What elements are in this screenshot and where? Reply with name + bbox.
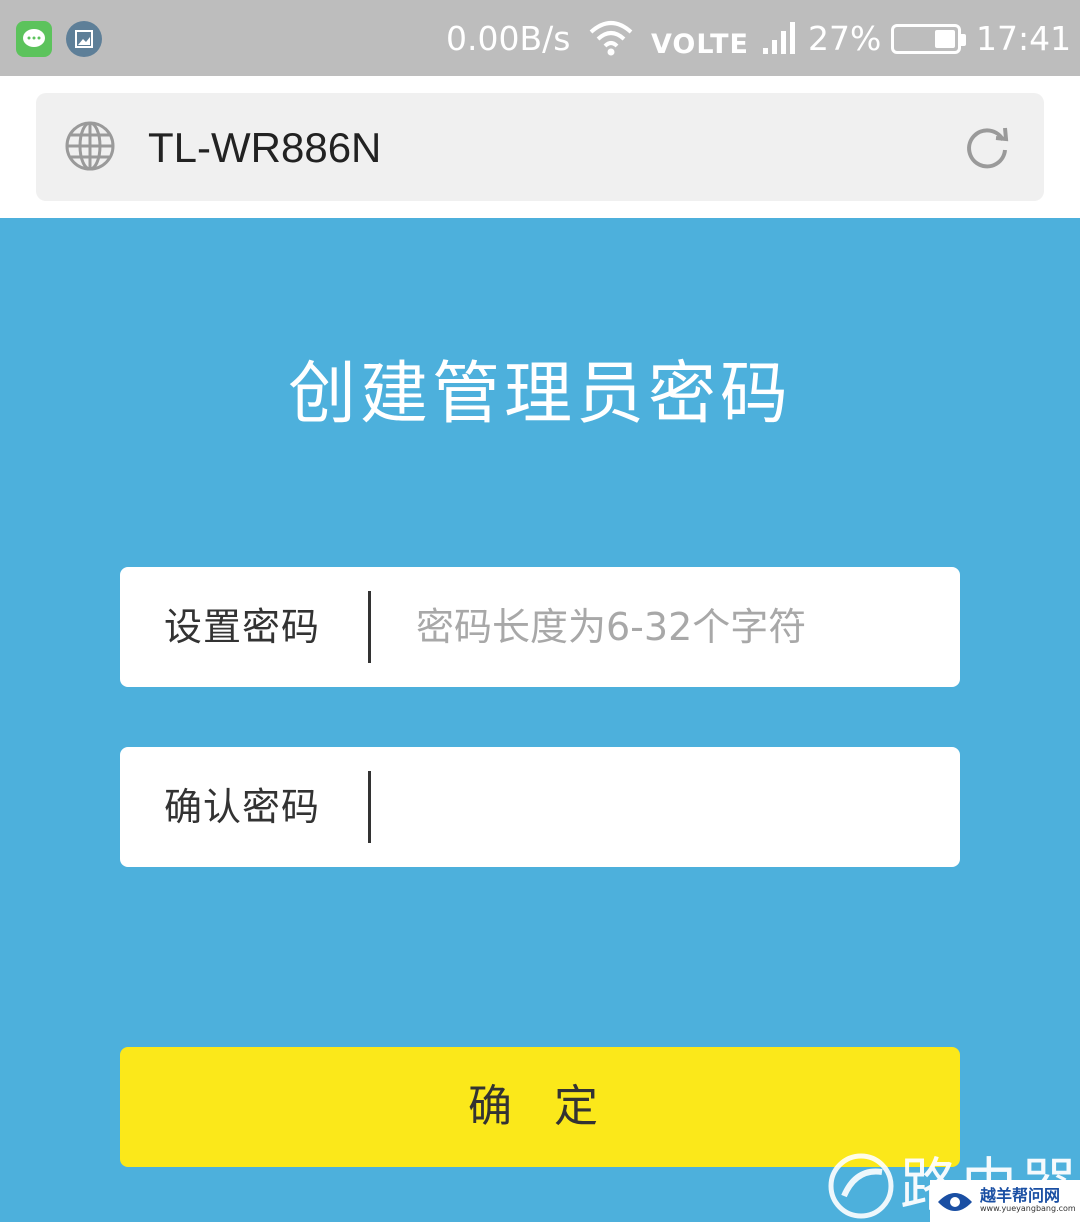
page-title: 创建管理员密码 xyxy=(287,355,792,434)
watermark-badge-icon xyxy=(938,1193,972,1211)
signal-icon xyxy=(763,22,795,54)
watermark-badge-url: www.yueyangbang.com xyxy=(980,1204,1076,1213)
url-text: TL-WR886N xyxy=(148,124,382,171)
status-bar: 0.00B/s VOLTE 27% 17:41 xyxy=(0,0,1080,76)
set-password-label: 设置密码 xyxy=(164,605,321,649)
wifi-icon xyxy=(589,21,633,56)
set-password-field: 设置密码 xyxy=(120,567,960,687)
reload-icon[interactable] xyxy=(962,122,1012,172)
network-speed: 0.00B/s xyxy=(446,19,571,58)
browser-toolbar: TL-WR886N xyxy=(0,76,1080,218)
message-app-icon xyxy=(16,21,52,57)
field-divider xyxy=(368,591,371,663)
confirm-password-label: 确认密码 xyxy=(164,785,321,829)
gallery-app-icon xyxy=(66,21,102,57)
watermark-badge-title: 越羊帮问网 xyxy=(980,1186,1061,1205)
address-bar[interactable]: TL-WR886N xyxy=(36,93,1044,201)
battery-icon xyxy=(891,24,966,54)
watermark-badge: 越羊帮问网 www.yueyangbang.com xyxy=(930,1180,1080,1222)
confirm-button[interactable]: 确 定 xyxy=(120,1047,960,1167)
globe-icon xyxy=(65,121,115,171)
field-divider xyxy=(368,771,371,843)
set-password-input[interactable] xyxy=(416,589,936,665)
battery-percent: 27% xyxy=(808,19,882,58)
confirm-password-input[interactable] xyxy=(416,769,936,845)
clock: 17:41 xyxy=(976,19,1072,58)
volte-label: VOLTE xyxy=(651,29,749,60)
watermark-logo-icon xyxy=(828,1153,894,1219)
confirm-password-field: 确认密码 xyxy=(120,747,960,867)
